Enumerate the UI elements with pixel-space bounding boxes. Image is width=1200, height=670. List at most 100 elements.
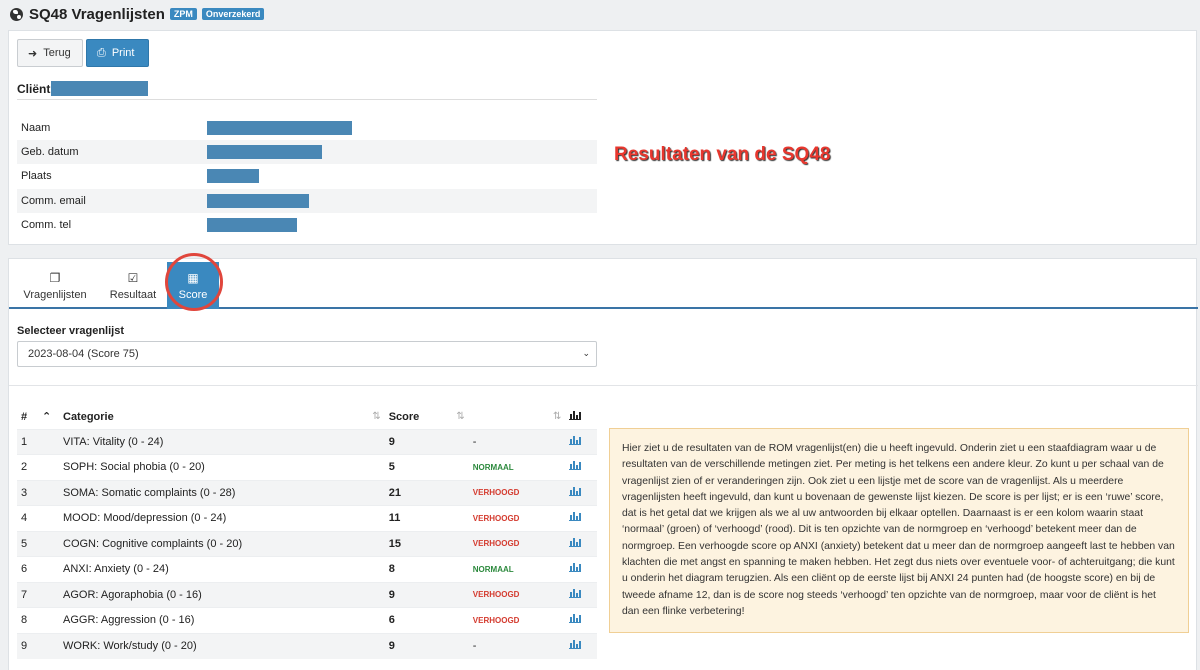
badge-insurance: Onverzekerd (201, 8, 265, 20)
cell-num: 8 (17, 607, 38, 633)
printer-icon: ⎙ (97, 46, 106, 59)
back-button[interactable]: ➜ Terug (17, 39, 83, 67)
chart-link[interactable] (565, 428, 597, 455)
cell-category: ANXI: Anxiety (0 - 24) (59, 556, 385, 582)
col-header-status[interactable]: ⇅ (469, 405, 566, 429)
chart-link[interactable] (565, 632, 597, 659)
cell-score: 9 (384, 632, 469, 659)
bar-chart-icon (569, 588, 582, 598)
cell-category: AGOR: Agoraphobia (0 - 16) (59, 581, 385, 608)
bar-chart-icon (569, 563, 582, 573)
annotation-heading: Resultaten van de SQ48 (614, 144, 831, 165)
select-value: 2023-08-04 (Score 75) (28, 348, 139, 360)
col-header-chart[interactable] (565, 405, 597, 429)
redacted-client-name (51, 81, 149, 96)
redacted-value (207, 121, 352, 135)
cell-status: VERHOOGD (468, 530, 566, 557)
tab-vragenlijsten[interactable]: ❐ Vragenlijsten (15, 265, 95, 307)
chart-link[interactable] (565, 556, 597, 582)
table-row: 1 VITA: Vitality (0 - 24) 9 - (17, 428, 597, 455)
client-heading-label: Cliënt (17, 81, 51, 96)
redacted-value (207, 194, 309, 208)
cell-num: 1 (17, 428, 38, 455)
cell-status: - (468, 428, 566, 455)
cell-status: VERHOOGD (468, 479, 566, 506)
cell-num: 7 (17, 581, 38, 608)
sort-icon: ⇅ (553, 411, 562, 423)
cell-category: COGN: Cognitive complaints (0 - 20) (59, 530, 385, 557)
sort-asc-icon[interactable]: ⌃ (38, 405, 59, 429)
tab-label: Resultaat (109, 289, 157, 301)
cell-category: WORK: Work/study (0 - 20) (59, 632, 385, 659)
chart-link[interactable] (565, 454, 597, 480)
cell-status: NORMAAL (468, 454, 566, 480)
back-button-label: Terug (43, 47, 71, 59)
info-box: Hier ziet u de resultaten van de ROM vra… (609, 428, 1189, 633)
copy-icon: ❐ (49, 271, 61, 285)
sort-icon: ⇅ (456, 410, 465, 422)
divider (9, 385, 1198, 386)
cell-score: 6 (384, 607, 469, 633)
table-header-row: # ⌃ Categorie ⇅ Score ⇅ ⇅ (17, 405, 597, 429)
score-table: # ⌃ Categorie ⇅ Score ⇅ ⇅ 1 VITA: Vitality… (17, 405, 597, 659)
table-row: 7 AGOR: Agoraphobia (0 - 16) 9 VERHOOGD (17, 581, 597, 608)
cell-score: 15 (384, 530, 469, 557)
redacted-value (207, 145, 322, 159)
col-header-label: Categorie (63, 410, 114, 423)
chart-link[interactable] (565, 607, 597, 633)
select-label: Selecteer vragenlijst (17, 325, 125, 337)
arrow-left-circle-icon: ➜ (28, 47, 38, 60)
cell-num: 9 (17, 632, 38, 659)
info-row-place: Plaats (17, 164, 597, 188)
info-row-phone: Comm. tel (17, 213, 597, 237)
field-label: Naam (21, 122, 51, 134)
cell-score: 11 (384, 505, 469, 531)
cell-status: VERHOOGD (468, 505, 566, 531)
tab-label: Score (178, 288, 208, 301)
divider (17, 99, 597, 100)
chart-link[interactable] (565, 479, 597, 506)
cell-num: 2 (17, 454, 38, 480)
print-button[interactable]: ⎙ Print (86, 39, 149, 67)
cell-score: 8 (384, 556, 469, 582)
chart-link[interactable] (565, 581, 597, 608)
bar-chart-icon (569, 512, 582, 522)
title-bar: SQ48 Vragenlijsten ZPM Onverzekerd (10, 4, 265, 24)
chart-link[interactable] (565, 530, 597, 557)
bar-chart-icon (569, 435, 582, 445)
questionnaire-select[interactable]: 2023-08-04 (Score 75) ⌄ (17, 341, 597, 367)
bar-chart-icon (569, 410, 582, 420)
tab-score[interactable]: ▦ Score (167, 262, 219, 309)
cell-category: VITA: Vitality (0 - 24) (59, 428, 385, 455)
bar-chart-icon (569, 461, 582, 471)
col-header-category[interactable]: Categorie ⇅ (59, 405, 385, 429)
client-card: ➜ Terug ⎙ Print Cliënt Naam Geb. datum P… (8, 30, 1197, 245)
cell-category: AGGR: Aggression (0 - 16) (59, 607, 385, 633)
col-header-label: # (21, 410, 28, 423)
tab-resultaat[interactable]: ☑ Resultaat (103, 265, 163, 307)
cell-score: 9 (384, 428, 469, 455)
cell-status: VERHOOGD (468, 581, 566, 608)
table-row: 5 COGN: Cognitive complaints (0 - 20) 15… (17, 530, 597, 557)
redacted-value (207, 218, 297, 232)
score-card: ❐ Vragenlijsten ☑ Resultaat ▦ Score Sele… (8, 253, 1198, 670)
cell-category: SOPH: Social phobia (0 - 20) (59, 454, 385, 480)
bar-chart-icon (569, 486, 582, 496)
calculator-icon: ▦ (187, 270, 199, 285)
col-header-score[interactable]: Score ⇅ (385, 405, 469, 429)
field-label: Comm. email (21, 195, 86, 207)
col-header-label: Score (388, 410, 420, 423)
tab-bar: ❐ Vragenlijsten ☑ Resultaat ▦ Score (9, 253, 1198, 311)
cell-num: 5 (17, 530, 38, 557)
cell-category: SOMA: Somatic complaints (0 - 28) (59, 479, 385, 506)
tab-label: Vragenlijsten (23, 289, 87, 301)
info-row-email: Comm. email (17, 189, 597, 213)
chart-link[interactable] (565, 505, 597, 531)
field-label: Geb. datum (21, 146, 79, 158)
cell-category: MOOD: Mood/depression (0 - 24) (59, 505, 385, 531)
field-label: Plaats (21, 170, 52, 182)
sort-icon: ⇅ (372, 410, 381, 422)
table-row: 9 WORK: Work/study (0 - 20) 9 - (17, 632, 597, 659)
col-header-num[interactable]: # (17, 405, 38, 429)
table-row: 2 SOPH: Social phobia (0 - 20) 5 NORMAAL (17, 454, 597, 480)
